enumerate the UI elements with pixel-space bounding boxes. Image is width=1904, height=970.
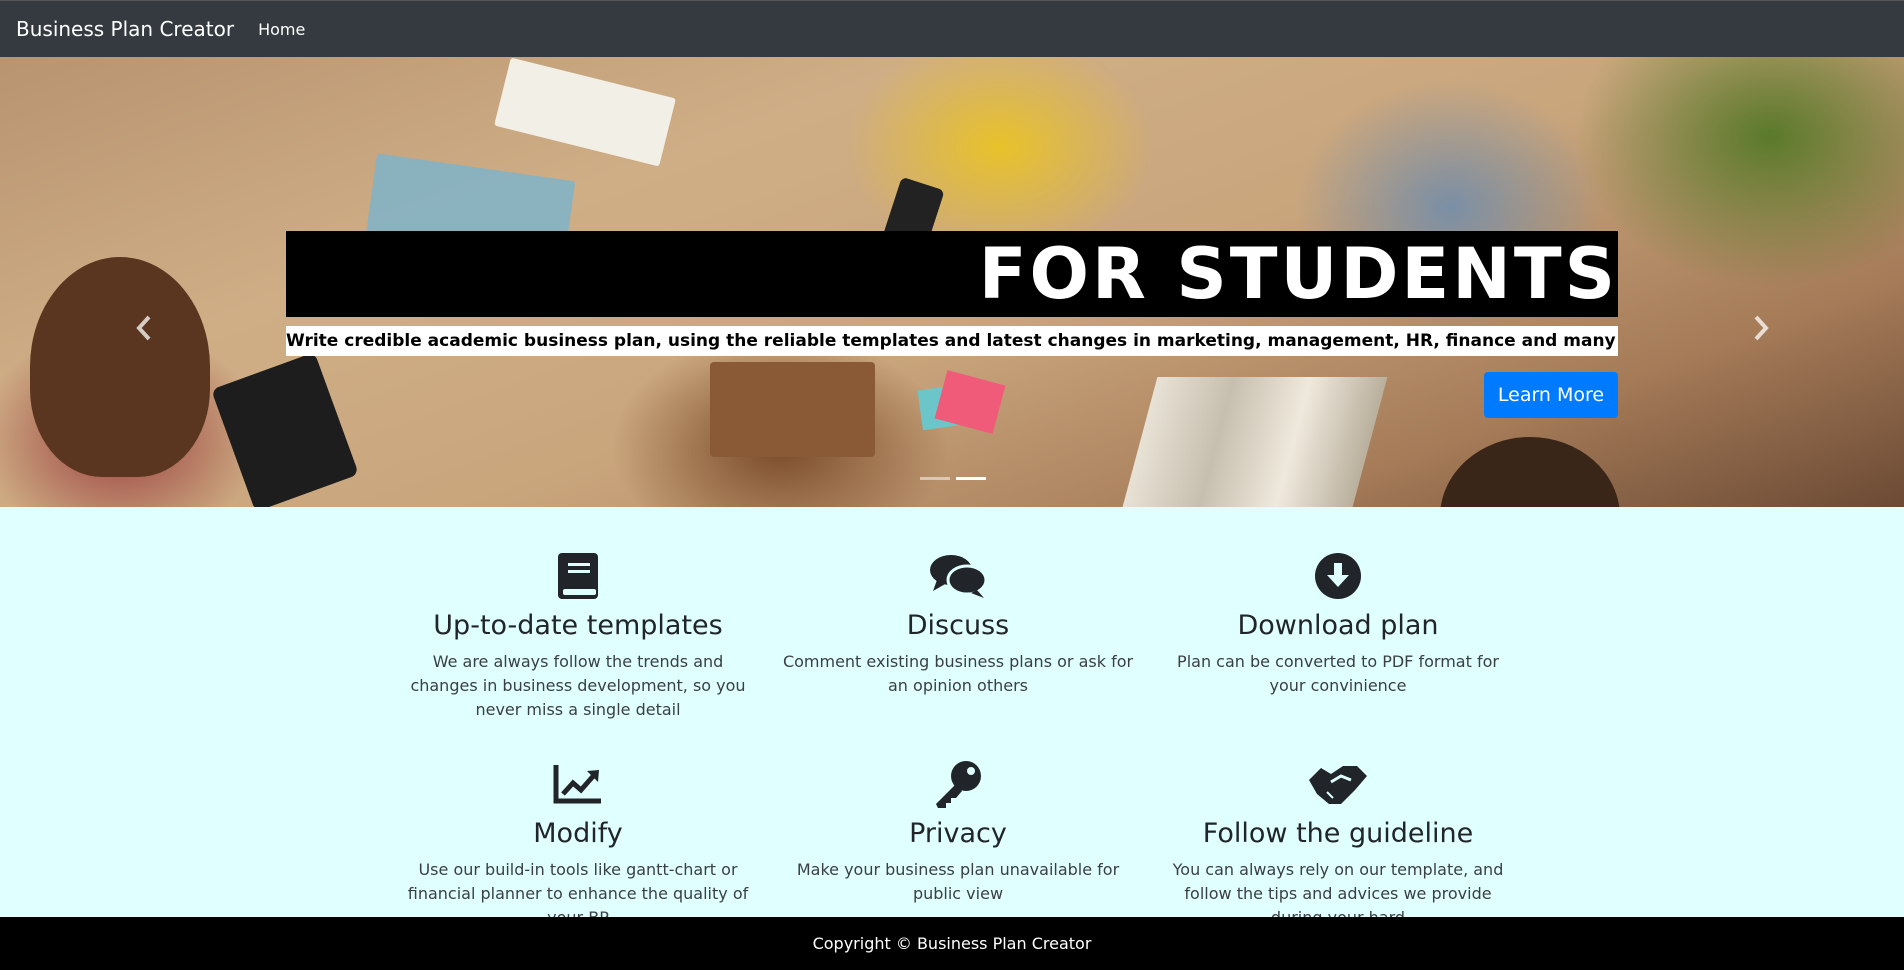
- hero-photo-person: [30, 257, 210, 477]
- hero-photo-person: [1440, 437, 1620, 507]
- key-icon: [768, 756, 1148, 812]
- learn-more-button[interactable]: Learn More: [1484, 372, 1618, 418]
- feature-text: Make your business plan unavailable for …: [796, 860, 1120, 903]
- feature-download: Download plan Plan can be converted to P…: [1148, 548, 1528, 698]
- footer-copyright: Copyright © Business Plan Creator: [812, 934, 1092, 953]
- hero-subtitle: Write credible academic business plan, u…: [286, 326, 1618, 356]
- hero-carousel: FOR STUDENTS Write credible academic bus…: [0, 57, 1904, 507]
- feature-title: Privacy: [909, 818, 1007, 849]
- feature-text: Comment existing business plans or ask f…: [782, 652, 1134, 695]
- nav-link-home[interactable]: Home: [258, 20, 305, 39]
- hero-photo-wood-block: [710, 362, 875, 457]
- comments-icon: [768, 548, 1148, 604]
- download-circle-icon: [1148, 548, 1528, 604]
- feature-templates: Up-to-date templates We are always follo…: [388, 548, 768, 722]
- book-icon: [388, 548, 768, 604]
- carousel-indicators: [920, 477, 986, 480]
- feature-guideline: Follow the guideline You can always rely…: [1148, 756, 1528, 930]
- chart-line-icon: [388, 756, 768, 812]
- feature-privacy: Privacy Make your business plan unavaila…: [768, 756, 1148, 906]
- hero-photo-books: [1122, 377, 1388, 507]
- carousel-indicator[interactable]: [920, 477, 950, 480]
- feature-discuss: Discuss Comment existing business plans …: [768, 548, 1148, 698]
- chevron-left-icon: [136, 315, 151, 341]
- feature-text: We are always follow the trends and chan…: [410, 652, 746, 719]
- chevron-right-icon: [1754, 315, 1769, 341]
- feature-title: Follow the guideline: [1202, 818, 1474, 849]
- carousel-next-button[interactable]: [1752, 315, 1770, 347]
- feature-text: Plan can be converted to PDF format for …: [1177, 652, 1499, 695]
- feature-title: Up-to-date templates: [433, 610, 723, 641]
- brand-link[interactable]: Business Plan Creator: [16, 17, 234, 41]
- feature-modify: Modify Use our build-in tools like gantt…: [388, 756, 768, 930]
- hero-photo-book: [494, 57, 676, 167]
- feature-title: Modify: [533, 818, 623, 849]
- feature-title: Discuss: [906, 610, 1010, 641]
- hero-title: FOR STUDENTS: [286, 231, 1618, 317]
- feature-title: Download plan: [1237, 610, 1439, 641]
- hero-photo-tablet: [211, 352, 359, 507]
- carousel-indicator-active[interactable]: [956, 477, 986, 480]
- footer: Copyright © Business Plan Creator: [0, 917, 1904, 970]
- navbar: Business Plan Creator Home: [0, 0, 1904, 57]
- carousel-prev-button[interactable]: [135, 315, 153, 347]
- handshake-icon: [1148, 756, 1528, 812]
